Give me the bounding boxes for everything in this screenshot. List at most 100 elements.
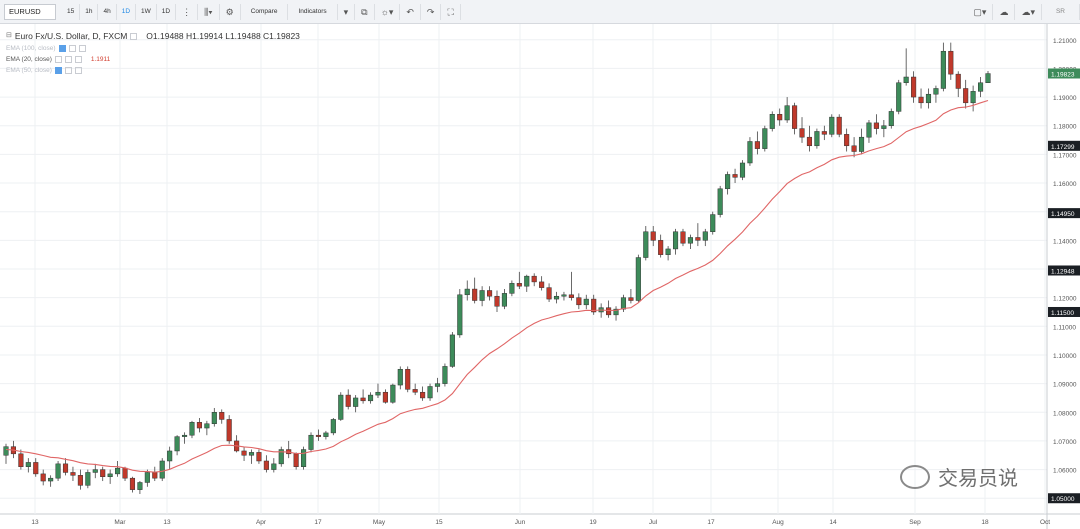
ema-remove-icon[interactable] bbox=[74, 56, 82, 63]
eye-icon[interactable] bbox=[58, 45, 66, 52]
sr-button[interactable]: SR bbox=[1042, 3, 1080, 20]
candle-style-icon[interactable]: ⫼▾ bbox=[198, 3, 220, 20]
candle-down bbox=[472, 288, 478, 301]
candle-up bbox=[248, 452, 255, 456]
price-label-text: 1.19823 bbox=[1051, 71, 1075, 78]
candle-down bbox=[77, 475, 83, 486]
price-label: 1.05000 bbox=[1048, 493, 1080, 504]
candle-down bbox=[777, 114, 783, 121]
candle-down bbox=[918, 96, 924, 104]
legend-option-icon[interactable] bbox=[130, 32, 138, 40]
redo-icon[interactable]: ↷ bbox=[421, 3, 442, 20]
remove-icon[interactable] bbox=[78, 45, 86, 52]
ema-settings-icon[interactable] bbox=[64, 56, 72, 63]
interval-dropdown-button[interactable]: 1D bbox=[157, 3, 177, 20]
candle-down bbox=[219, 412, 225, 420]
ema-50-settings-icon[interactable] bbox=[64, 67, 72, 74]
candle-up bbox=[710, 214, 716, 232]
candle-up bbox=[174, 436, 180, 452]
indicators-button[interactable]: Indicators bbox=[288, 3, 338, 20]
fullscreen-icon[interactable]: ⛶ bbox=[441, 3, 461, 20]
candle-down bbox=[963, 88, 969, 104]
x-tick-label: 17 bbox=[314, 519, 322, 526]
candle-down bbox=[487, 290, 493, 297]
gear-icon[interactable]: ⚙ bbox=[220, 3, 241, 20]
candle-up bbox=[181, 434, 188, 437]
candle-up bbox=[25, 462, 31, 467]
candle-up bbox=[85, 472, 91, 486]
interval-4h-button[interactable]: 4h bbox=[98, 3, 117, 20]
candle-up bbox=[137, 482, 143, 490]
candle-down bbox=[196, 422, 202, 429]
candle-up bbox=[925, 93, 932, 104]
candle-up bbox=[427, 386, 433, 399]
candle-down bbox=[546, 287, 552, 300]
template-icon[interactable]: ⧉ bbox=[355, 3, 375, 20]
candle-up bbox=[985, 73, 991, 83]
candle-up bbox=[829, 116, 835, 135]
alert-bulb-icon[interactable]: ☼▾ bbox=[375, 3, 401, 20]
interval-1h-button[interactable]: 1h bbox=[80, 3, 99, 20]
price-label-text: 1.12948 bbox=[1051, 268, 1075, 275]
settings-icon[interactable] bbox=[68, 45, 76, 52]
candle-up bbox=[375, 391, 381, 396]
collapse-icon[interactable]: ⊟ bbox=[6, 29, 12, 43]
candle-down bbox=[539, 281, 545, 288]
candle-up bbox=[464, 288, 470, 296]
candle-up bbox=[903, 76, 909, 83]
candle-up bbox=[159, 460, 165, 479]
undo-icon[interactable]: ↶ bbox=[400, 3, 421, 20]
price-label: 1.12948 bbox=[1048, 265, 1080, 276]
price-chart[interactable]: 1.210001.200001.190001.180001.170001.160… bbox=[0, 24, 1080, 529]
ema-50-remove-icon[interactable] bbox=[74, 67, 82, 74]
more-vertical-icon[interactable]: ⋮ bbox=[176, 3, 199, 20]
candle-down bbox=[516, 283, 522, 287]
candle-up bbox=[338, 394, 344, 420]
interval-1d-button[interactable]: 1D bbox=[117, 3, 137, 20]
candle-up bbox=[739, 162, 746, 178]
cloud-save-icon[interactable]: ☁▾ bbox=[1015, 3, 1042, 20]
candle-down bbox=[241, 450, 247, 456]
symbol-input[interactable]: EURUSD bbox=[4, 3, 56, 20]
price-label: 1.19823 bbox=[1048, 68, 1080, 79]
candle-down bbox=[293, 453, 299, 467]
candle-up bbox=[107, 473, 113, 477]
x-tick-label: 17 bbox=[707, 519, 715, 526]
candle-up bbox=[896, 82, 902, 112]
interval-1w-button[interactable]: 1W bbox=[136, 3, 157, 20]
y-tick-label: 1.17000 bbox=[1053, 152, 1077, 159]
candle-down bbox=[152, 472, 158, 479]
candle-down bbox=[955, 73, 961, 89]
candle-up bbox=[204, 423, 210, 429]
candle-down bbox=[799, 128, 805, 138]
candle-up bbox=[115, 467, 121, 475]
y-tick-label: 1.18000 bbox=[1053, 124, 1077, 131]
y-tick-label: 1.06000 bbox=[1053, 468, 1077, 475]
price-label-text: 1.14950 bbox=[1051, 211, 1075, 218]
candle-up bbox=[665, 248, 671, 255]
candle-down bbox=[263, 460, 269, 470]
ema-50-label: EMA (50, close) bbox=[6, 67, 52, 74]
compare-button[interactable]: Compare bbox=[241, 3, 289, 20]
layout-square-icon[interactable]: ▢▾ bbox=[967, 3, 994, 20]
price-label-text: 1.05000 bbox=[1051, 496, 1075, 503]
candle-down bbox=[531, 275, 537, 283]
ema-20-line bbox=[5, 99, 989, 473]
ema-100-label: EMA (100, close) bbox=[6, 45, 56, 52]
candle-up bbox=[449, 334, 455, 367]
candle-up bbox=[687, 237, 693, 244]
candle-up bbox=[970, 91, 976, 104]
chart-canvas[interactable]: 1.210001.200001.190001.180001.170001.160… bbox=[0, 24, 1080, 529]
ema-eye-icon[interactable] bbox=[54, 56, 62, 63]
y-tick-label: 1.09000 bbox=[1053, 382, 1077, 389]
cloud-load-icon[interactable]: ☁ bbox=[993, 3, 1016, 20]
candle-down bbox=[70, 472, 76, 476]
candle-down bbox=[658, 240, 664, 255]
interval-15-button[interactable]: 15 bbox=[62, 3, 81, 20]
candle-up bbox=[978, 82, 984, 92]
indicators-dropdown-icon[interactable]: ▾ bbox=[338, 3, 356, 20]
y-tick-label: 1.10000 bbox=[1053, 353, 1077, 360]
ema-50-eye-icon[interactable] bbox=[54, 67, 62, 74]
x-tick-label: Jul bbox=[649, 519, 658, 526]
candle-up bbox=[524, 275, 530, 287]
